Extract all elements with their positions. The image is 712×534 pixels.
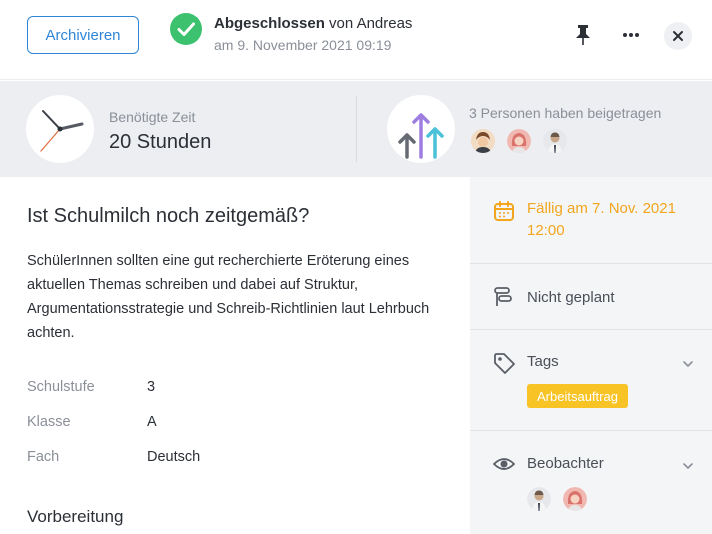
time-label: Benötigte Zeit [109,109,196,125]
more-icon[interactable] [621,28,641,42]
task-detail-panel: Archivieren Abgeschlossen von Andreas am… [0,0,712,534]
avatar[interactable] [471,129,495,153]
avatar[interactable] [527,487,551,511]
due-date-label: Fällig am 7. Nov. 2021 12:00 [527,200,676,239]
avatar[interactable] [543,129,567,153]
meta-value-schulstufe: 3 [147,379,156,395]
stats-band: Benötigte Zeit 20 Stunden 3 Personen hab… [0,81,712,177]
tag-icon [494,353,515,374]
stats-divider [356,96,357,162]
meta-label-schulstufe: Schulstufe [27,379,95,395]
completion-status: Abgeschlossen von Andreas [214,15,412,32]
tags-label: Tags [527,353,559,370]
status-author: von Andreas [324,15,413,32]
planning-label: Nicht geplant [527,289,615,306]
completion-date: am 9. November 2021 09:19 [214,37,392,53]
tag-chip[interactable]: Arbeitsauftrag [527,384,628,408]
calendar-icon [494,201,514,221]
meta-value-fach: Deutsch [147,449,201,465]
close-icon [673,31,683,41]
meta-label-klasse: Klasse [27,414,71,430]
meta-label-fach: Fach [27,449,60,465]
section-title-vorbereitung: Vorbereitung [27,507,124,526]
task-header: Archivieren Abgeschlossen von Andreas am… [0,0,712,80]
contributors-label: 3 Personen haben beigetragen [469,105,662,121]
check-circle-icon [170,13,202,45]
pin-icon[interactable] [574,24,592,46]
tags-section[interactable]: Tags [470,330,712,431]
avatar[interactable] [507,129,531,153]
time-value: 20 Stunden [109,131,212,153]
close-button[interactable] [664,22,692,50]
schedule-bars-icon [494,287,512,306]
meta-value-klasse: A [147,414,157,430]
contribution-arrows-icon [387,95,455,163]
task-title: Ist Schulmilch noch zeitgemäß? [27,205,310,227]
task-description: SchülerInnen sollten eine gut recherchie… [27,253,430,341]
due-date-section[interactable]: Fällig am 7. Nov. 2021 12:00 [470,177,712,264]
avatar[interactable] [563,487,587,511]
eye-icon [493,458,515,470]
task-content: Ist Schulmilch noch zeitgemäß? SchülerIn… [0,177,470,534]
chevron-down-icon[interactable] [682,462,694,470]
chevron-down-icon[interactable] [682,360,694,368]
task-sidebar: Fällig am 7. Nov. 2021 12:00 Nicht gepla… [470,177,712,534]
planning-section[interactable]: Nicht geplant [470,264,712,330]
archive-button[interactable]: Archivieren [27,16,139,54]
status-label: Abgeschlossen [214,15,325,32]
watchers-label: Beobachter [527,455,604,472]
watchers-section[interactable]: Beobachter [470,431,712,534]
clock-icon [26,95,94,163]
